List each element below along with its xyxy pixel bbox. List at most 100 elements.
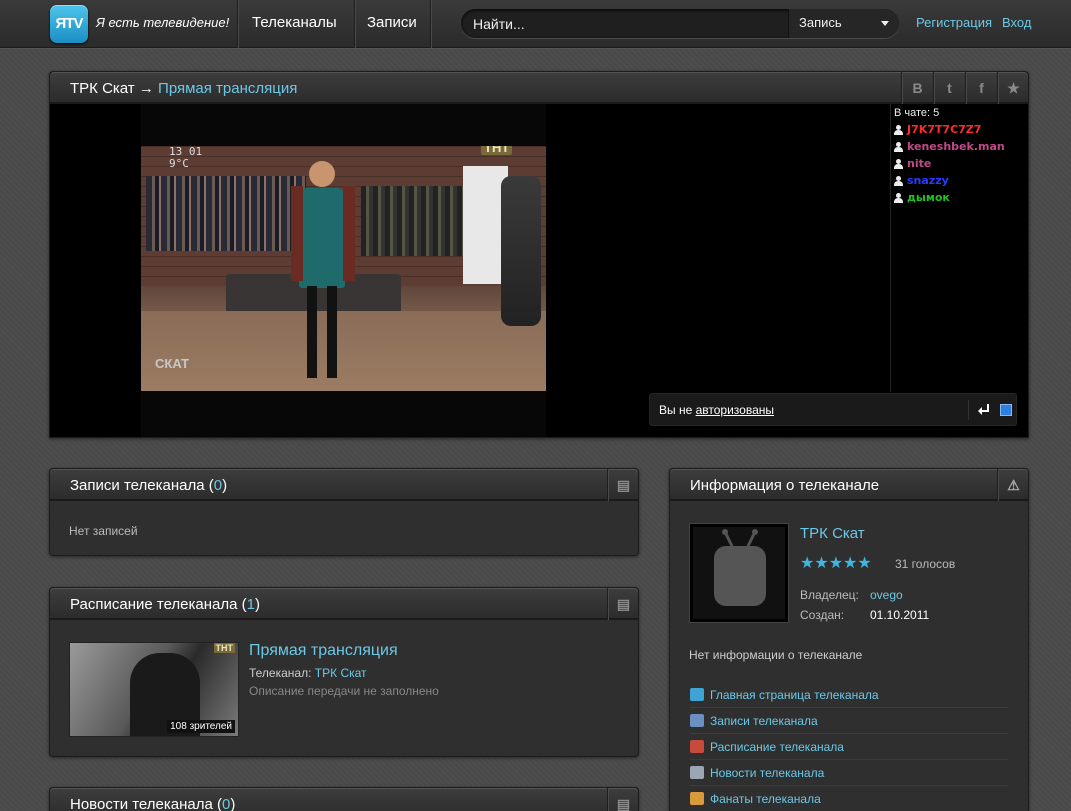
search-type-value: Запись: [799, 15, 842, 30]
tnt-logo: ТНТ: [481, 146, 513, 155]
list-icon[interactable]: ▤: [607, 588, 639, 620]
records-panel-header: Записи телеканала (0) ▤: [50, 469, 638, 501]
schedule-channel-link[interactable]: ТРК Скат: [315, 666, 367, 680]
news-title: Новости телеканала (0): [70, 796, 236, 811]
chat-user-name: дымок: [907, 191, 950, 204]
chat-count: В чате: 5: [894, 107, 940, 119]
schedule-item-channel: Телеканал: ТРК Скат: [249, 666, 367, 680]
chat-user[interactable]: nite: [894, 157, 1028, 170]
nav-channels[interactable]: Телеканалы: [252, 14, 337, 31]
bookmark-share-button[interactable]: B: [901, 72, 933, 104]
news-icon: [690, 766, 704, 779]
search-input[interactable]: [473, 15, 773, 33]
star-icon[interactable]: ★: [800, 555, 814, 572]
chat-user-name: J7K7T7C7Z7: [907, 123, 982, 136]
channel-records-link[interactable]: Записи телеканала: [690, 708, 1008, 734]
schedule-panel: Расписание телеканала (1) ▤ ТНТ 108 зрит…: [49, 587, 639, 757]
facebook-share-button[interactable]: f: [965, 72, 997, 104]
chat-user[interactable]: keneshbek.man: [894, 140, 1028, 153]
calendar-icon: [690, 740, 704, 753]
film-icon: [690, 714, 704, 727]
nav-records[interactable]: Записи: [367, 14, 417, 31]
nav-divider: [237, 0, 238, 48]
player-panel-header: ТРК Скат → Прямая трансляция B t f ★: [50, 72, 1028, 104]
title-arrow: →: [138, 80, 154, 97]
votes-count: 31 голосов: [895, 557, 956, 571]
schedule-title: Расписание телеканала (1): [70, 596, 260, 613]
owner-link[interactable]: ovego: [870, 588, 903, 602]
chat-user-name: keneshbek.man: [907, 140, 1005, 153]
authorize-link[interactable]: авторизованы: [696, 403, 774, 417]
channel-schedule-link[interactable]: Расписание телеканала: [690, 734, 1008, 760]
user-icon: [894, 141, 903, 152]
user-icon: [894, 192, 903, 203]
enter-icon[interactable]: [977, 403, 990, 416]
schedule-item-description: Описание передачи не заполнено: [249, 684, 439, 698]
users-icon: [690, 792, 704, 805]
schedule-item-title[interactable]: Прямая трансляция: [249, 642, 398, 660]
chat-color-picker[interactable]: [1000, 404, 1012, 416]
channel-avatar: [689, 523, 789, 623]
no-info-text: Нет информации о телеканале: [689, 648, 863, 662]
created-date: 01.10.2011: [870, 608, 930, 622]
video-area[interactable]: 13 01 9°C ТНТ СКАТ: [141, 104, 546, 437]
nav-divider: [354, 0, 355, 48]
twitter-share-button[interactable]: t: [933, 72, 965, 104]
chat-user[interactable]: дымок: [894, 191, 1028, 204]
top-navbar: ЯTV Я есть телевидение! Телеканалы Запис…: [0, 0, 1071, 48]
chevron-down-icon: [881, 21, 889, 26]
favorite-star-button[interactable]: ★: [997, 72, 1029, 104]
schedule-panel-header: Расписание телеканала (1) ▤: [50, 588, 638, 620]
info-title: Информация о телеканале: [690, 477, 880, 494]
tv-icon: [714, 529, 766, 606]
login-link[interactable]: Вход: [1002, 15, 1031, 30]
video-clock-weather: 13 01 9°C: [169, 146, 203, 170]
info-panel-header: Информация о телеканале ⚠: [670, 469, 1028, 501]
channel-fans-link[interactable]: Фанаты телеканала: [690, 786, 1008, 811]
created-label: Создан:: [800, 608, 845, 622]
list-icon[interactable]: ▤: [607, 788, 639, 811]
site-logo[interactable]: ЯTV: [50, 5, 88, 43]
chat-user[interactable]: snazzy: [894, 174, 1028, 187]
user-icon: [894, 158, 903, 169]
video-frame: 13 01 9°C ТНТ СКАТ: [141, 146, 546, 391]
news-panel: Новости телеканала (0) ▤: [49, 787, 639, 811]
chat-input-box[interactable]: Вы не авторизованы: [649, 393, 1017, 426]
breadcrumb-live[interactable]: Прямая трансляция: [158, 80, 297, 97]
chat-user-name: nite: [907, 157, 932, 170]
channel-name: ТРК Скат: [70, 80, 135, 97]
star-icon[interactable]: ★: [843, 555, 857, 572]
nav-divider: [430, 0, 431, 48]
info-channel-name[interactable]: ТРК Скат: [800, 525, 865, 542]
chat-user-name: snazzy: [907, 174, 949, 187]
warning-icon[interactable]: ⚠: [997, 469, 1029, 501]
search-type-select[interactable]: Запись: [788, 9, 899, 38]
user-icon: [894, 124, 903, 135]
thumb-tnt-logo: ТНТ: [213, 643, 235, 653]
info-panel: Информация о телеканале ⚠ ТРК Скат ★★★★★…: [669, 468, 1029, 811]
register-link[interactable]: Регистрация: [916, 15, 992, 30]
chat-userlist: В чате: 5 J7K7T7C7Z7 keneshbek.man nite …: [890, 104, 1028, 392]
news-panel-header: Новости телеканала (0) ▤: [50, 788, 638, 811]
viewers-badge: 108 зрителей: [167, 720, 235, 733]
page-title: ТРК Скат → Прямая трансляция: [70, 80, 297, 97]
chat-user[interactable]: J7K7T7C7Z7: [894, 123, 1028, 136]
rating-stars[interactable]: ★★★★★: [800, 553, 872, 573]
records-empty-text: Нет записей: [69, 524, 138, 538]
channel-home-link[interactable]: Главная страница телеканала: [690, 682, 1008, 708]
schedule-thumbnail[interactable]: ТНТ 108 зрителей: [69, 642, 239, 737]
list-icon[interactable]: ▤: [607, 469, 639, 501]
chat-input-status: Вы не авторизованы: [659, 403, 774, 417]
search-box: Запись: [461, 9, 899, 38]
owner-label: Владелец:: [800, 588, 859, 602]
video-player[interactable]: 13 01 9°C ТНТ СКАТ В чате: 5 J7K7T7C7Z7 …: [50, 104, 1028, 437]
star-icon[interactable]: ★: [857, 555, 871, 572]
star-icon[interactable]: ★: [829, 555, 843, 572]
star-icon[interactable]: ★: [814, 555, 828, 572]
skat-logo: СКАТ: [155, 356, 190, 371]
user-icon: [894, 175, 903, 186]
chat-divider: [968, 400, 969, 420]
records-title: Записи телеканала (0): [70, 477, 228, 494]
records-panel: Записи телеканала (0) ▤ Нет записей: [49, 468, 639, 556]
channel-news-link[interactable]: Новости телеканала: [690, 760, 1008, 786]
